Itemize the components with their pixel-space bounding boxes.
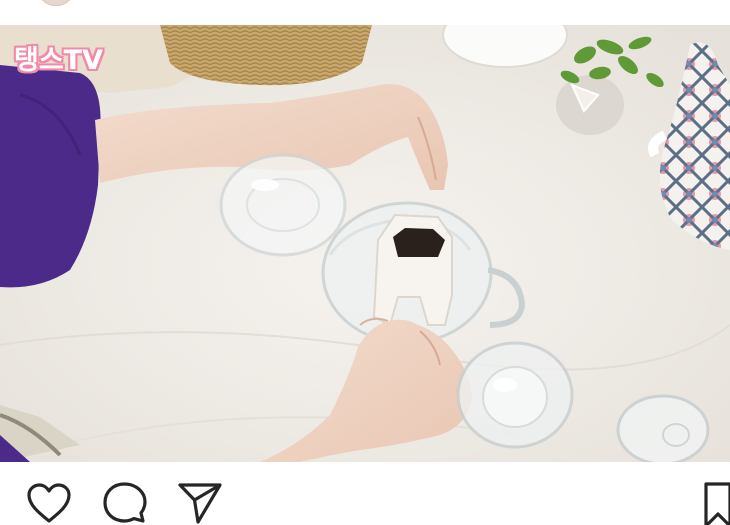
post-media[interactable]: 탱스TV	[0, 25, 730, 462]
instagram-post: 탱스TV	[0, 0, 730, 525]
comment-icon	[103, 482, 147, 523]
channel-watermark: 탱스TV	[14, 45, 103, 76]
avatar[interactable]	[38, 0, 74, 6]
bookmark-icon	[704, 482, 730, 525]
comment-button[interactable]	[101, 480, 149, 525]
previous-post-edge	[0, 0, 730, 25]
post-photo	[0, 25, 730, 462]
share-icon	[178, 483, 222, 524]
like-button[interactable]	[25, 480, 73, 525]
heart-icon	[27, 483, 71, 523]
save-button[interactable]	[700, 480, 730, 525]
post-action-bar	[0, 462, 730, 525]
share-button[interactable]	[176, 480, 224, 525]
